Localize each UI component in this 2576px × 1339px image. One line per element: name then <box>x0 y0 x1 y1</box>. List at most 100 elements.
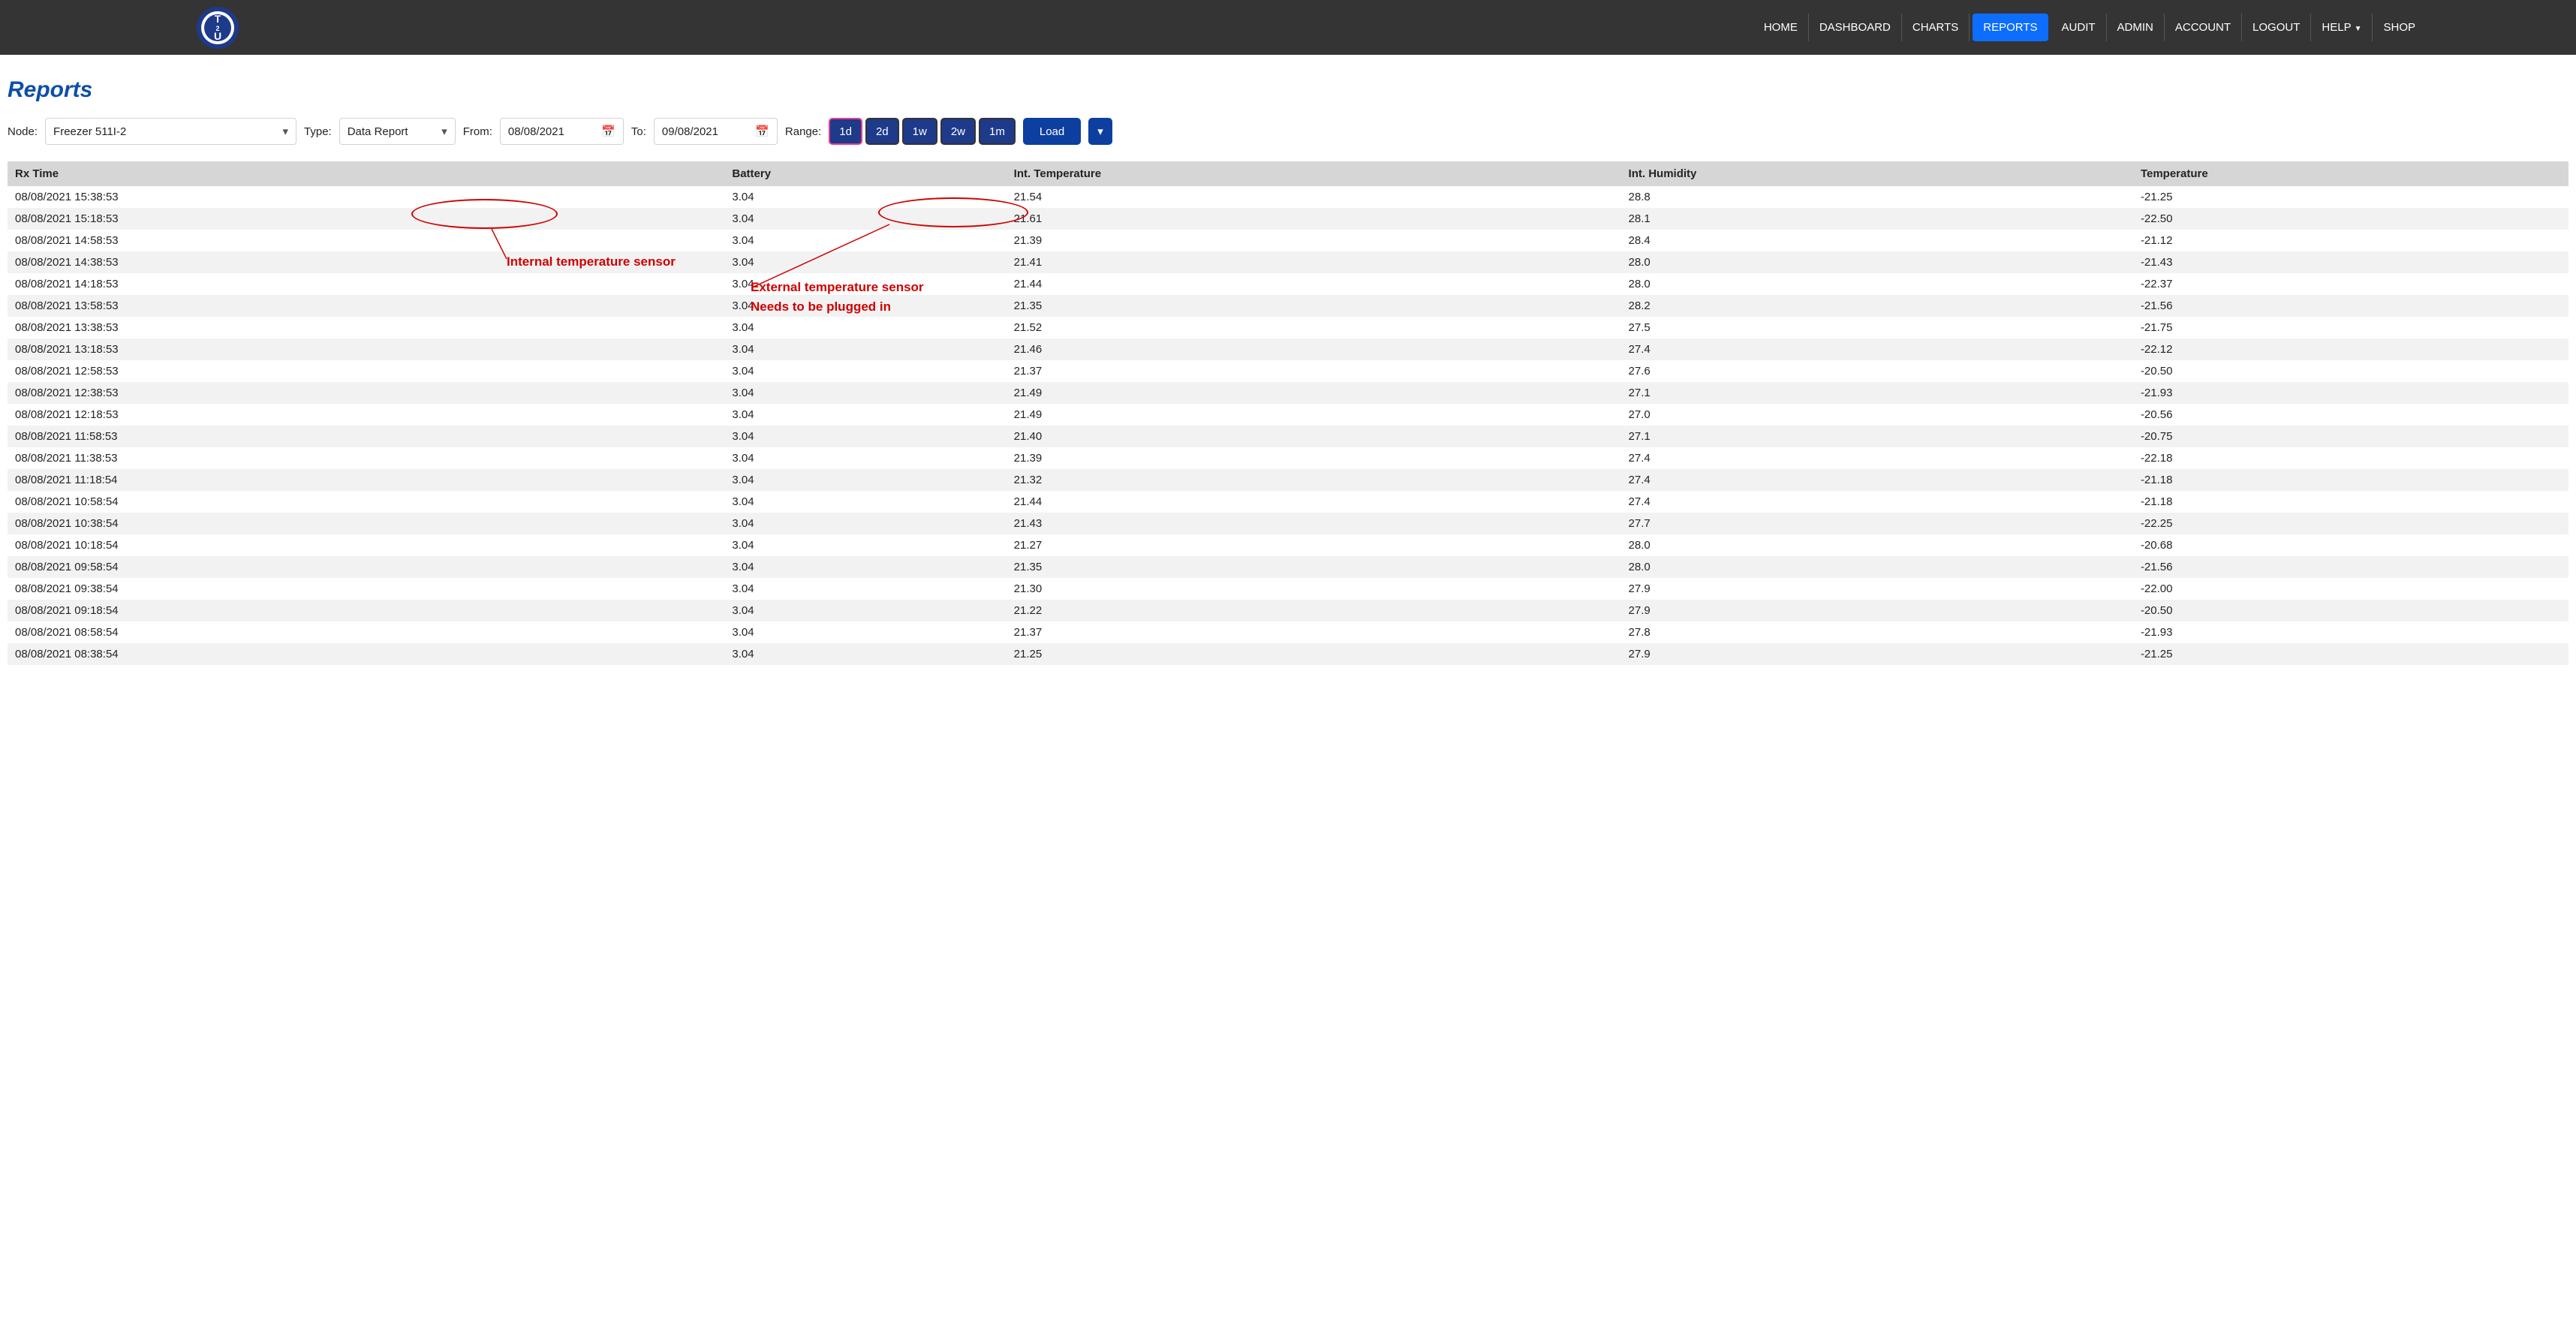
table-cell: 21.35 <box>1007 295 1621 317</box>
type-label: Type: <box>304 125 332 138</box>
nav-item-charts[interactable]: CHARTS <box>1902 14 1970 41</box>
to-label: To: <box>631 125 646 138</box>
svg-text:T: T <box>215 13 221 25</box>
table-cell: 27.9 <box>1621 578 2133 600</box>
table-cell: 28.0 <box>1621 251 2133 273</box>
table-cell: 21.43 <box>1007 513 1621 534</box>
nav-item-home[interactable]: HOME <box>1753 14 1809 41</box>
table-cell: 28.1 <box>1621 208 2133 230</box>
load-dropdown-button[interactable]: ▾ <box>1088 118 1112 145</box>
table-cell: 28.0 <box>1621 273 2133 295</box>
range-button-1d[interactable]: 1d <box>829 118 862 145</box>
table-cell: 21.46 <box>1007 339 1621 360</box>
table-row: 08/08/2021 13:38:533.0421.5227.5-21.75 <box>8 317 2568 339</box>
nav-item-logout[interactable]: LOGOUT <box>2242 14 2311 41</box>
table-cell: 3.04 <box>724 513 1006 534</box>
table-cell: -22.00 <box>2133 578 2568 600</box>
nav-item-help[interactable]: HELP▼ <box>2311 14 2373 41</box>
table-cell: 21.37 <box>1007 360 1621 382</box>
table-cell: 3.04 <box>724 382 1006 404</box>
table-cell: 21.25 <box>1007 643 1621 665</box>
range-button-1w[interactable]: 1w <box>902 118 937 145</box>
table-cell: 21.44 <box>1007 273 1621 295</box>
table-cell: 08/08/2021 09:38:54 <box>8 578 724 600</box>
table-cell: 21.40 <box>1007 426 1621 447</box>
table-cell: 27.1 <box>1621 382 2133 404</box>
table-cell: -21.25 <box>2133 643 2568 665</box>
table-cell: -21.18 <box>2133 469 2568 491</box>
nav-item-audit[interactable]: AUDIT <box>2051 14 2107 41</box>
table-cell: 21.22 <box>1007 600 1621 621</box>
table-row: 08/08/2021 15:38:533.0421.5428.8-21.25 <box>8 186 2568 208</box>
table-row: 08/08/2021 12:18:533.0421.4927.0-20.56 <box>8 404 2568 426</box>
table-cell: 27.4 <box>1621 469 2133 491</box>
table-cell: -22.18 <box>2133 447 2568 469</box>
nav-item-dashboard[interactable]: DASHBOARD <box>1809 14 1902 41</box>
table-cell: 3.04 <box>724 578 1006 600</box>
table-row: 08/08/2021 12:38:533.0421.4927.1-21.93 <box>8 382 2568 404</box>
chevron-down-icon: ▾ <box>283 125 289 138</box>
table-row: 08/08/2021 14:18:533.0421.4428.0-22.37 <box>8 273 2568 295</box>
type-select[interactable]: Data Report ▾ <box>339 118 456 145</box>
from-date-input[interactable]: 08/08/2021 📅 <box>500 118 624 145</box>
table-cell: 21.39 <box>1007 447 1621 469</box>
range-button-1m[interactable]: 1m <box>979 118 1016 145</box>
table-cell: 3.04 <box>724 556 1006 578</box>
table-cell: -21.43 <box>2133 251 2568 273</box>
table-row: 08/08/2021 10:18:543.0421.2728.0-20.68 <box>8 534 2568 556</box>
table-cell: 21.52 <box>1007 317 1621 339</box>
from-date-value: 08/08/2021 <box>508 125 564 138</box>
table-cell: -20.56 <box>2133 404 2568 426</box>
range-label: Range: <box>785 125 821 138</box>
table-cell: 08/08/2021 09:58:54 <box>8 556 724 578</box>
to-date-input[interactable]: 09/08/2021 📅 <box>654 118 778 145</box>
table-cell: 3.04 <box>724 621 1006 643</box>
range-button-2d[interactable]: 2d <box>865 118 899 145</box>
table-cell: 08/08/2021 11:18:54 <box>8 469 724 491</box>
range-button-2w[interactable]: 2w <box>940 118 976 145</box>
table-row: 08/08/2021 10:58:543.0421.4427.4-21.18 <box>8 491 2568 513</box>
table-cell: 08/08/2021 08:38:54 <box>8 643 724 665</box>
chevron-down-icon: ▾ <box>441 125 447 138</box>
nav-item-account[interactable]: ACCOUNT <box>2165 14 2242 41</box>
svg-text:U: U <box>214 30 221 42</box>
table-cell: 08/08/2021 12:38:53 <box>8 382 724 404</box>
table-row: 08/08/2021 10:38:543.0421.4327.7-22.25 <box>8 513 2568 534</box>
table-cell: 3.04 <box>724 534 1006 556</box>
table-row: 08/08/2021 09:18:543.0421.2227.9-20.50 <box>8 600 2568 621</box>
column-header: Int. Temperature <box>1007 161 1621 186</box>
table-cell: 08/08/2021 13:58:53 <box>8 295 724 317</box>
column-header: Int. Humidity <box>1621 161 2133 186</box>
table-cell: 3.04 <box>724 295 1006 317</box>
table-cell: 28.0 <box>1621 534 2133 556</box>
table-cell: 08/08/2021 14:18:53 <box>8 273 724 295</box>
table-cell: 27.0 <box>1621 404 2133 426</box>
table-row: 08/08/2021 11:58:533.0421.4027.1-20.75 <box>8 426 2568 447</box>
nav-item-shop[interactable]: SHOP <box>2373 14 2426 41</box>
load-button[interactable]: Load <box>1023 118 1081 145</box>
table-cell: 08/08/2021 13:38:53 <box>8 317 724 339</box>
nav-items: HOMEDASHBOARDCHARTSREPORTSAUDITADMINACCO… <box>1753 14 2426 41</box>
table-cell: 27.5 <box>1621 317 2133 339</box>
table-row: 08/08/2021 11:18:543.0421.3227.4-21.18 <box>8 469 2568 491</box>
table-cell: -21.56 <box>2133 295 2568 317</box>
nav-item-admin[interactable]: ADMIN <box>2107 14 2165 41</box>
table-cell: 27.9 <box>1621 600 2133 621</box>
table-cell: 3.04 <box>724 643 1006 665</box>
table-cell: 21.35 <box>1007 556 1621 578</box>
table-row: 08/08/2021 08:38:543.0421.2527.9-21.25 <box>8 643 2568 665</box>
table-cell: 3.04 <box>724 404 1006 426</box>
table-row: 08/08/2021 09:58:543.0421.3528.0-21.56 <box>8 556 2568 578</box>
data-report-table: Rx TimeBatteryInt. TemperatureInt. Humid… <box>8 161 2568 665</box>
type-select-value: Data Report <box>348 125 408 138</box>
caret-down-icon: ▼ <box>2355 25 2362 33</box>
table-row: 08/08/2021 11:38:533.0421.3927.4-22.18 <box>8 447 2568 469</box>
table-row: 08/08/2021 14:38:533.0421.4128.0-21.43 <box>8 251 2568 273</box>
table-cell: 3.04 <box>724 469 1006 491</box>
nav-item-reports[interactable]: REPORTS <box>1973 14 2048 41</box>
table-cell: 3.04 <box>724 447 1006 469</box>
table-cell: 28.4 <box>1621 230 2133 251</box>
table-cell: 27.7 <box>1621 513 2133 534</box>
node-select[interactable]: Freezer 511I-2 ▾ <box>45 118 296 145</box>
brand-logo[interactable]: T 2 U <box>195 5 240 50</box>
